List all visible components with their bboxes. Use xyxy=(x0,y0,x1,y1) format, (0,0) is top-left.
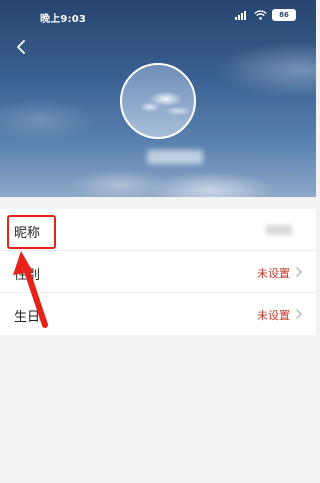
row-value-birthday: 未设置 xyxy=(257,309,290,322)
status-bar: 晚上9:03 86 xyxy=(0,0,316,32)
nickname-blurred xyxy=(147,150,203,164)
wifi-icon xyxy=(254,10,267,20)
row-birthday[interactable]: 生日 未设置 xyxy=(0,293,316,335)
battery-icon: 86 xyxy=(272,9,296,21)
row-value-gender: 未设置 xyxy=(257,267,290,280)
profile-header: 晚上9:03 86 xyxy=(0,0,316,197)
signal-icon xyxy=(235,11,246,20)
back-button[interactable] xyxy=(10,36,32,58)
row-nickname[interactable]: 昵称 xyxy=(0,209,316,251)
avatar[interactable] xyxy=(120,63,196,139)
status-time: 晚上9:03 xyxy=(40,14,87,25)
profile-info-list: 昵称 性别 未设置 生日 未设置 xyxy=(0,209,316,335)
row-gender[interactable]: 性别 未设置 xyxy=(0,251,316,293)
row-label-gender: 性别 xyxy=(14,268,41,283)
status-icons: 86 xyxy=(235,9,296,21)
chevron-right-icon xyxy=(296,309,302,319)
row-label-nickname: 昵称 xyxy=(14,226,41,241)
row-label-birthday: 生日 xyxy=(14,310,41,325)
chevron-left-icon xyxy=(17,40,25,54)
row-value-nickname-blurred xyxy=(266,225,292,235)
chevron-right-icon xyxy=(296,267,302,277)
